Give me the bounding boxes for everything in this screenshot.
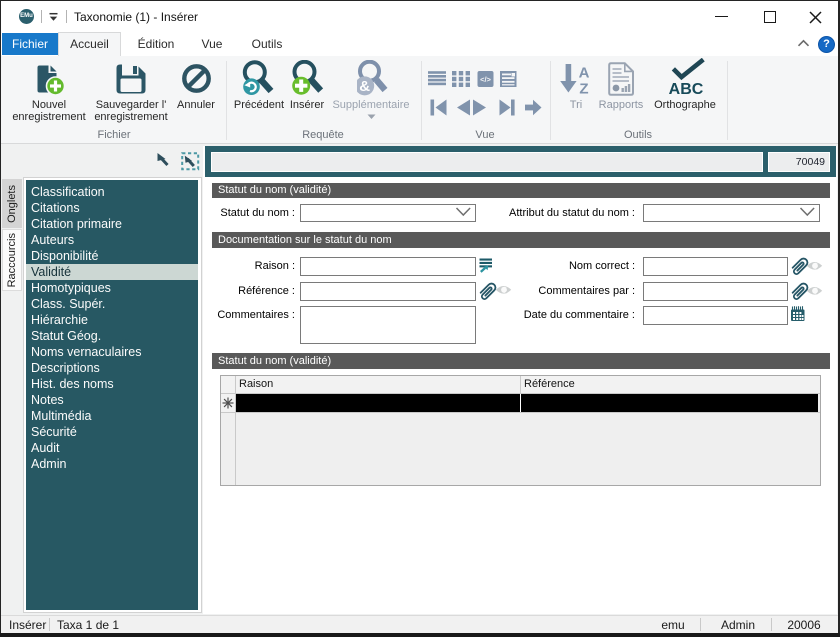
svg-text:</>: </>	[480, 75, 491, 84]
svg-text:ABC: ABC	[669, 81, 704, 98]
svg-text:A: A	[579, 65, 590, 82]
svg-text:Z: Z	[579, 81, 588, 97]
svg-text:&: &	[359, 78, 370, 95]
